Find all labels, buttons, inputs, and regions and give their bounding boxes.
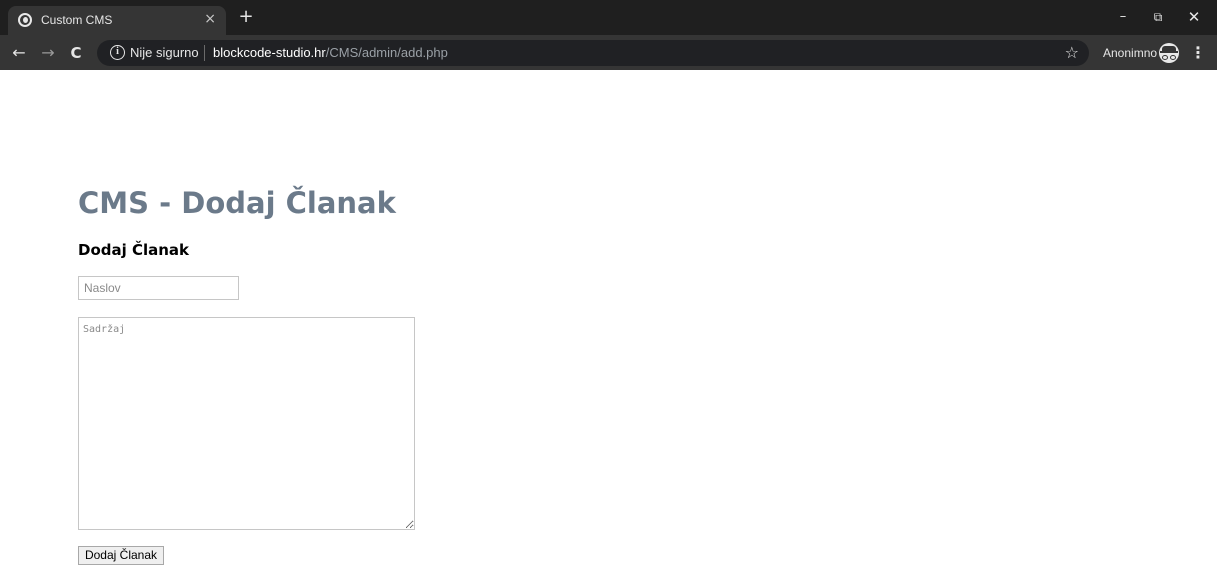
address-separator	[204, 45, 205, 61]
minimize-button[interactable]: –	[1103, 6, 1143, 28]
close-window-button[interactable]: ✕	[1174, 6, 1214, 28]
forward-arrow-icon[interactable]: →	[38, 43, 58, 63]
tab-close-icon[interactable]: ×	[204, 10, 216, 28]
tab-strip: Custom CMS × + – ⧉ ✕	[0, 0, 1217, 35]
form-heading: Dodaj Članak	[78, 241, 190, 259]
browser-chrome: Custom CMS × + – ⧉ ✕ ← → C i Nije sigurn…	[0, 0, 1217, 70]
incognito-icon[interactable]	[1159, 43, 1179, 63]
reload-icon[interactable]: C	[66, 43, 86, 63]
tab-custom-cms[interactable]: Custom CMS ×	[8, 6, 226, 35]
address-bar[interactable]: i Nije sigurno blockcode-studio.hr/CMS/a…	[97, 40, 1089, 66]
kebab-menu-icon[interactable]: ⋮	[1190, 43, 1206, 63]
new-tab-button[interactable]: +	[235, 6, 257, 28]
security-status[interactable]: Nije sigurno	[130, 45, 199, 60]
title-input[interactable]	[78, 276, 239, 300]
restore-button[interactable]: ⧉	[1138, 6, 1178, 28]
back-arrow-icon[interactable]: ←	[9, 43, 29, 63]
info-icon[interactable]: i	[110, 45, 125, 60]
content-textarea[interactable]	[78, 317, 415, 530]
url-path: /CMS/admin/add.php	[325, 45, 448, 60]
add-article-button[interactable]: Dodaj Članak	[78, 546, 164, 565]
profile-label[interactable]: Anonimno	[1103, 46, 1157, 60]
tab-title: Custom CMS	[41, 13, 113, 27]
url-host: blockcode-studio.hr	[213, 45, 326, 60]
browser-toolbar: ← → C i Nije sigurno blockcode-studio.hr…	[0, 35, 1217, 70]
bookmark-star-icon[interactable]: ☆	[1065, 43, 1079, 62]
globe-icon	[18, 13, 32, 27]
page-title: CMS - Dodaj Članak	[78, 186, 396, 220]
url-text[interactable]: blockcode-studio.hr/CMS/admin/add.php	[213, 45, 448, 60]
page-content: CMS - Dodaj Članak Dodaj Članak Dodaj Čl…	[0, 70, 1217, 565]
